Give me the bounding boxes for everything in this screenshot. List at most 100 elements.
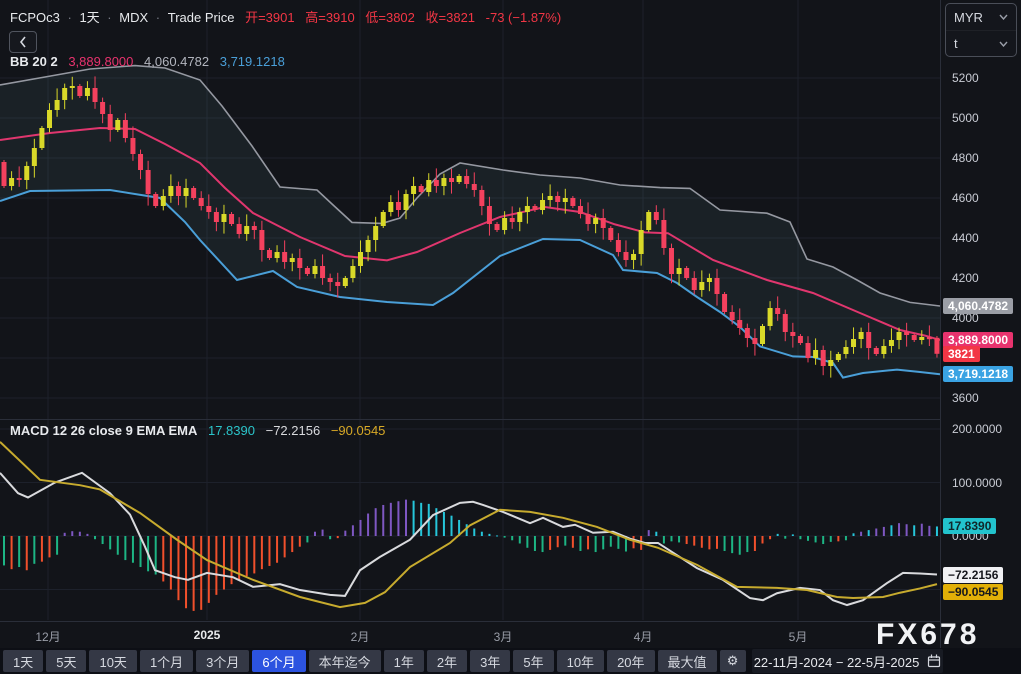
macd-histogram-bar — [746, 536, 748, 552]
candle-body — [623, 252, 628, 260]
range-button[interactable]: 3年 — [470, 650, 510, 672]
main-chart-svg[interactable] — [0, 0, 940, 620]
candle-body — [517, 212, 522, 222]
candle-body — [578, 206, 583, 214]
candle-body — [441, 178, 446, 186]
macd-histogram-bar — [936, 526, 938, 536]
candle-body — [108, 114, 113, 130]
separator: · — [152, 10, 164, 25]
range-button[interactable]: 最大值 — [658, 650, 717, 672]
candle-body — [479, 190, 484, 206]
range-button[interactable]: 10天 — [89, 650, 136, 672]
candle-body — [548, 196, 553, 200]
macd-histogram-bar — [337, 536, 339, 538]
range-toolbar: 1天5天10天1个月3个月6个月本年迄今1年2年3年5年10年20年最大值 ⚙ … — [0, 648, 1021, 674]
macd-histogram-bar — [906, 524, 908, 536]
macd-histogram-bar — [837, 536, 839, 541]
candle-body — [100, 102, 105, 114]
candle-body — [608, 228, 613, 240]
axis-tick-label: 3600 — [952, 391, 979, 405]
candle-body — [472, 184, 477, 190]
macd-histogram-bar — [822, 536, 824, 544]
macd-histogram-bar — [109, 536, 111, 549]
range-button[interactable]: 1天 — [3, 650, 43, 672]
macd-histogram-bar — [549, 536, 551, 550]
range-button[interactable]: 5天 — [46, 650, 86, 672]
macd-histogram-bar — [845, 536, 847, 540]
macd-histogram-bar — [769, 536, 771, 539]
range-button[interactable]: 10年 — [557, 650, 604, 672]
chevron-down-icon — [999, 41, 1008, 47]
macd-histogram-bar — [739, 536, 741, 555]
macd-histogram-bar — [451, 516, 453, 536]
macd-line-value: −72.2156 — [266, 423, 321, 438]
macd-histogram-bar — [504, 536, 506, 538]
macd-histogram-bar — [261, 536, 263, 569]
settings-gear-button[interactable]: ⚙ — [720, 650, 746, 672]
macd-histogram-bar — [352, 525, 354, 536]
candle-body — [593, 218, 598, 224]
candle-body — [532, 206, 537, 210]
candle-body — [237, 224, 242, 234]
open-value: 开=3901 — [245, 7, 295, 26]
currency-dropdown[interactable]: MYR — [946, 4, 1016, 30]
range-button[interactable]: 6个月 — [252, 650, 305, 672]
pane-divider[interactable] — [0, 419, 1021, 420]
candle-body — [434, 180, 439, 186]
candle-body — [199, 198, 204, 206]
bb-indicator-row[interactable]: BB 20 2 3,889.8000 4,060.4782 3,719.1218 — [10, 54, 285, 69]
macd-indicator-row[interactable]: MACD 12 26 close 9 EMA EMA 17.8390 −72.2… — [10, 423, 385, 438]
candle-body — [184, 188, 189, 196]
back-button[interactable] — [9, 31, 37, 53]
range-button[interactable]: 5年 — [513, 650, 553, 672]
candle-body — [836, 354, 841, 360]
axis-tick-label: 4800 — [952, 151, 979, 165]
candle-body — [214, 212, 219, 222]
candle-body — [737, 320, 742, 328]
candle-body — [305, 268, 310, 274]
candle-body — [221, 214, 226, 222]
price-axis-panel[interactable]: MYR t 5200500048004600440042004000360020… — [940, 0, 1021, 648]
candle-body — [783, 314, 788, 332]
macd-histogram-bar — [86, 534, 88, 536]
close-value: 收=3821 — [426, 7, 476, 26]
macd-histogram-bar — [56, 536, 58, 555]
time-axis-month-label: 5月 — [789, 628, 808, 645]
candle-body — [798, 336, 803, 343]
range-button[interactable]: 20年 — [607, 650, 654, 672]
candle-body — [897, 332, 902, 340]
range-button[interactable]: 2年 — [427, 650, 467, 672]
macd-histogram-bar — [921, 524, 923, 536]
candle-body — [714, 278, 719, 294]
macd-histogram-bar — [898, 523, 900, 536]
candle-body — [904, 332, 909, 335]
change-value: -73 (−1.87%) — [486, 10, 562, 25]
macd-histogram-bar — [193, 536, 195, 611]
macd-histogram-bar — [306, 536, 308, 542]
macd-histogram-bar — [284, 536, 286, 557]
candle-body — [229, 214, 234, 224]
range-button[interactable]: 1年 — [384, 650, 424, 672]
unit-dropdown[interactable]: t — [946, 30, 1016, 56]
range-button[interactable]: 3个月 — [196, 650, 249, 672]
candle-body — [487, 206, 492, 224]
date-range-picker[interactable]: 22-11月-2024 − 22-5月-2025 — [752, 649, 943, 673]
candle-body — [919, 337, 924, 340]
symbol-label[interactable]: FCPOc3 — [10, 10, 60, 25]
axis-tick-label: 200.0000 — [952, 422, 1002, 436]
macd-histogram-bar — [397, 501, 399, 536]
interval-label[interactable]: 1天 — [79, 10, 99, 25]
exchange-label: MDX — [119, 10, 148, 25]
macd-histogram-bar — [542, 536, 544, 552]
axis-tick-label: 5200 — [952, 71, 979, 85]
time-axis[interactable]: 12月20252月3月4月5月 — [0, 621, 1021, 648]
macd-histogram-bar — [276, 536, 278, 563]
candle-body — [320, 266, 325, 278]
range-button[interactable]: 本年迄今 — [309, 650, 381, 672]
macd-histogram-bar — [359, 520, 361, 536]
chart-header: FCPOc3 · 1天 · MDX · Trade Price 开=3901 高… — [10, 7, 561, 26]
candle-body — [115, 120, 120, 130]
macd-histogram-bar — [268, 536, 270, 566]
macd-histogram-bar — [807, 536, 809, 541]
range-button[interactable]: 1个月 — [140, 650, 193, 672]
